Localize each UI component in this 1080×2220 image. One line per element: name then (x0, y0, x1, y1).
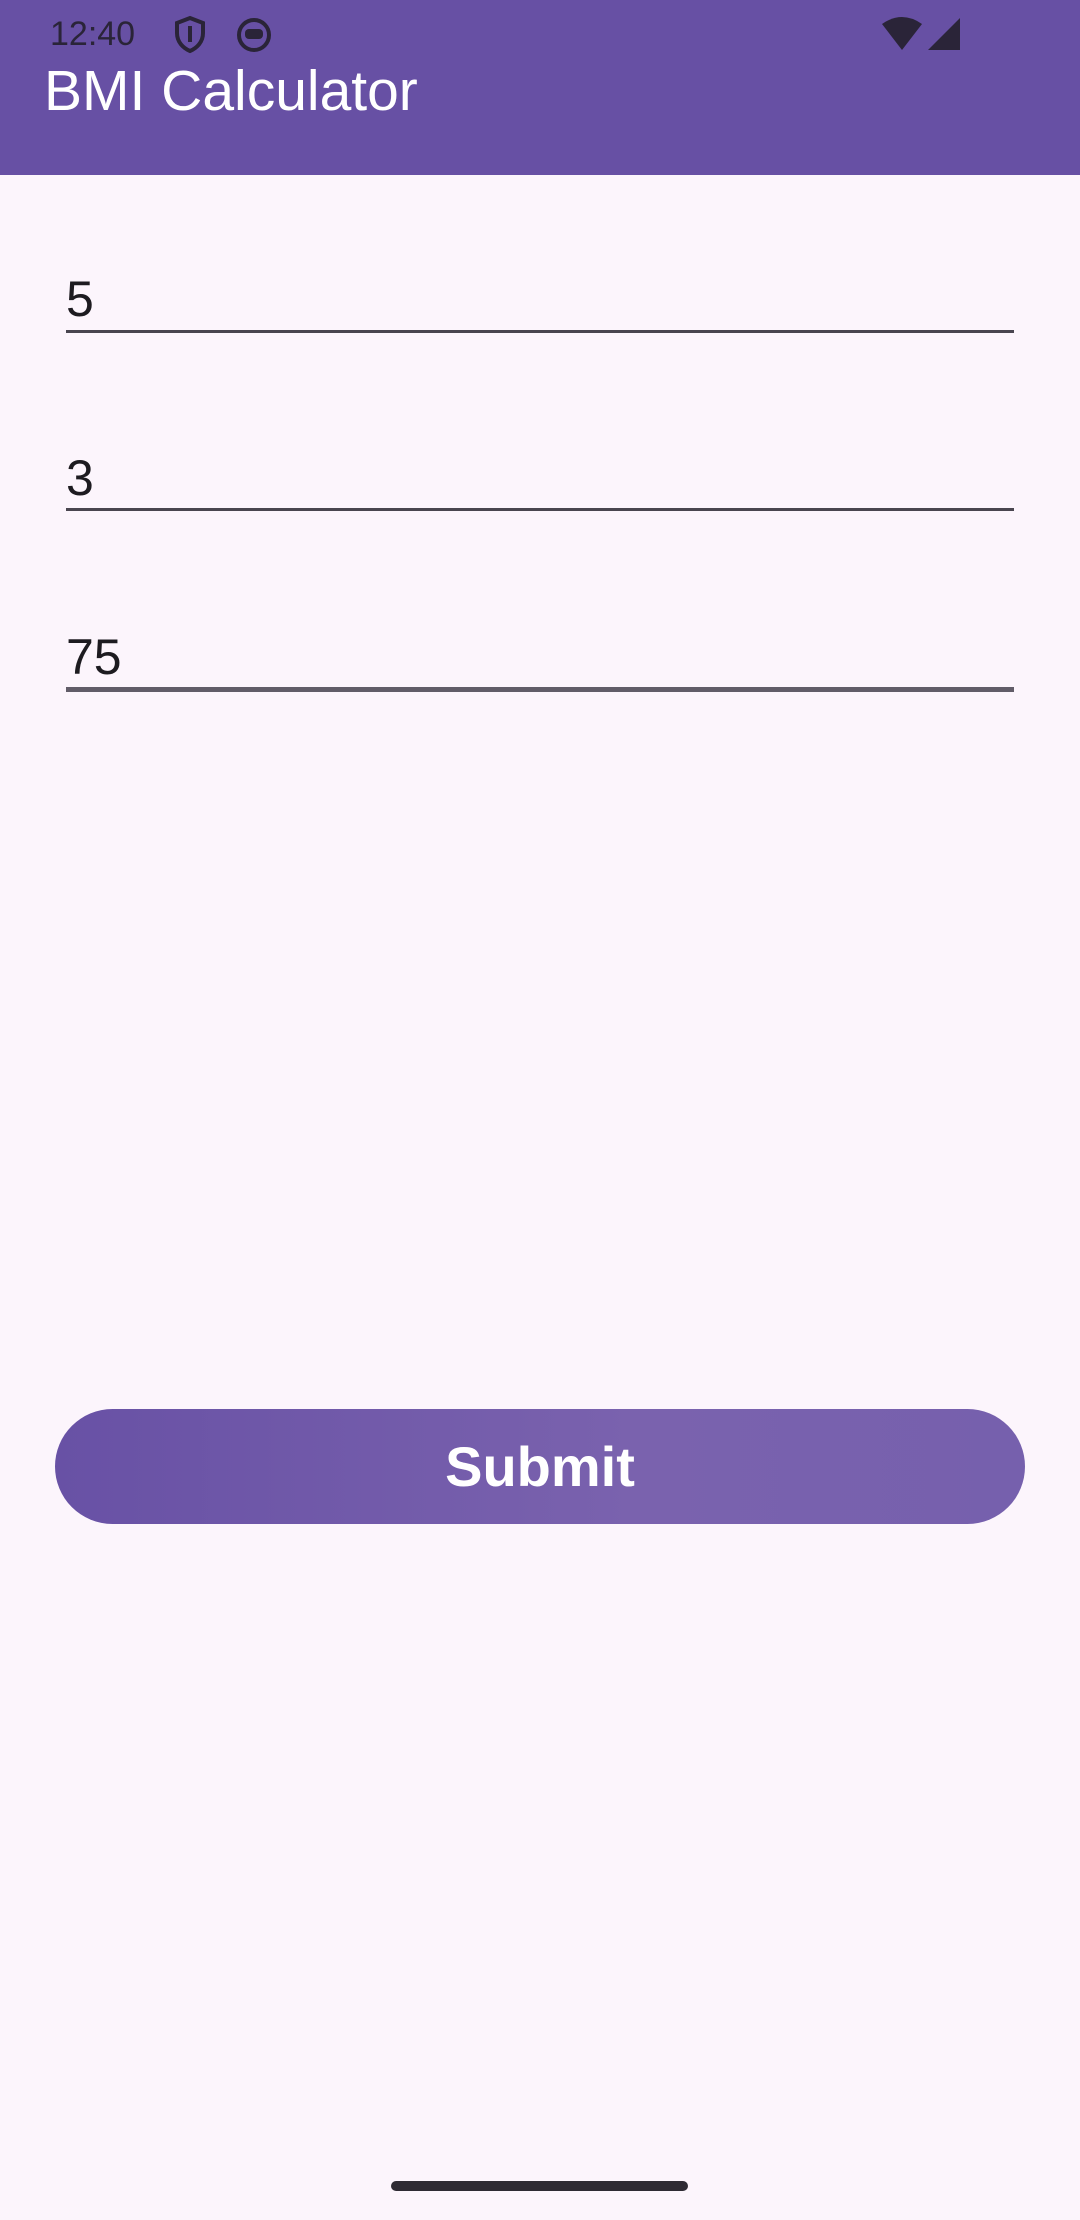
third-number-input[interactable] (66, 620, 1014, 694)
app-bar: 12:40 BMI Calculator (0, 0, 1080, 175)
shield-icon (175, 15, 205, 54)
submit-button[interactable]: Submit (55, 1409, 1025, 1524)
cell-signal-icon (928, 18, 960, 50)
app-title: BMI Calculator (44, 59, 418, 123)
second-number-field[interactable] (66, 441, 1014, 521)
second-number-input[interactable] (66, 441, 1014, 515)
field-underline (66, 330, 1014, 333)
third-number-field[interactable] (66, 620, 1014, 700)
home-indicator[interactable] (391, 2181, 688, 2191)
field-underline (66, 508, 1014, 511)
first-number-input[interactable] (66, 262, 1014, 336)
robot-face-icon (237, 18, 271, 52)
field-underline (66, 687, 1014, 692)
status-time: 12:40 (50, 15, 136, 53)
wifi-icon (882, 17, 922, 50)
first-number-field[interactable] (66, 262, 1014, 342)
